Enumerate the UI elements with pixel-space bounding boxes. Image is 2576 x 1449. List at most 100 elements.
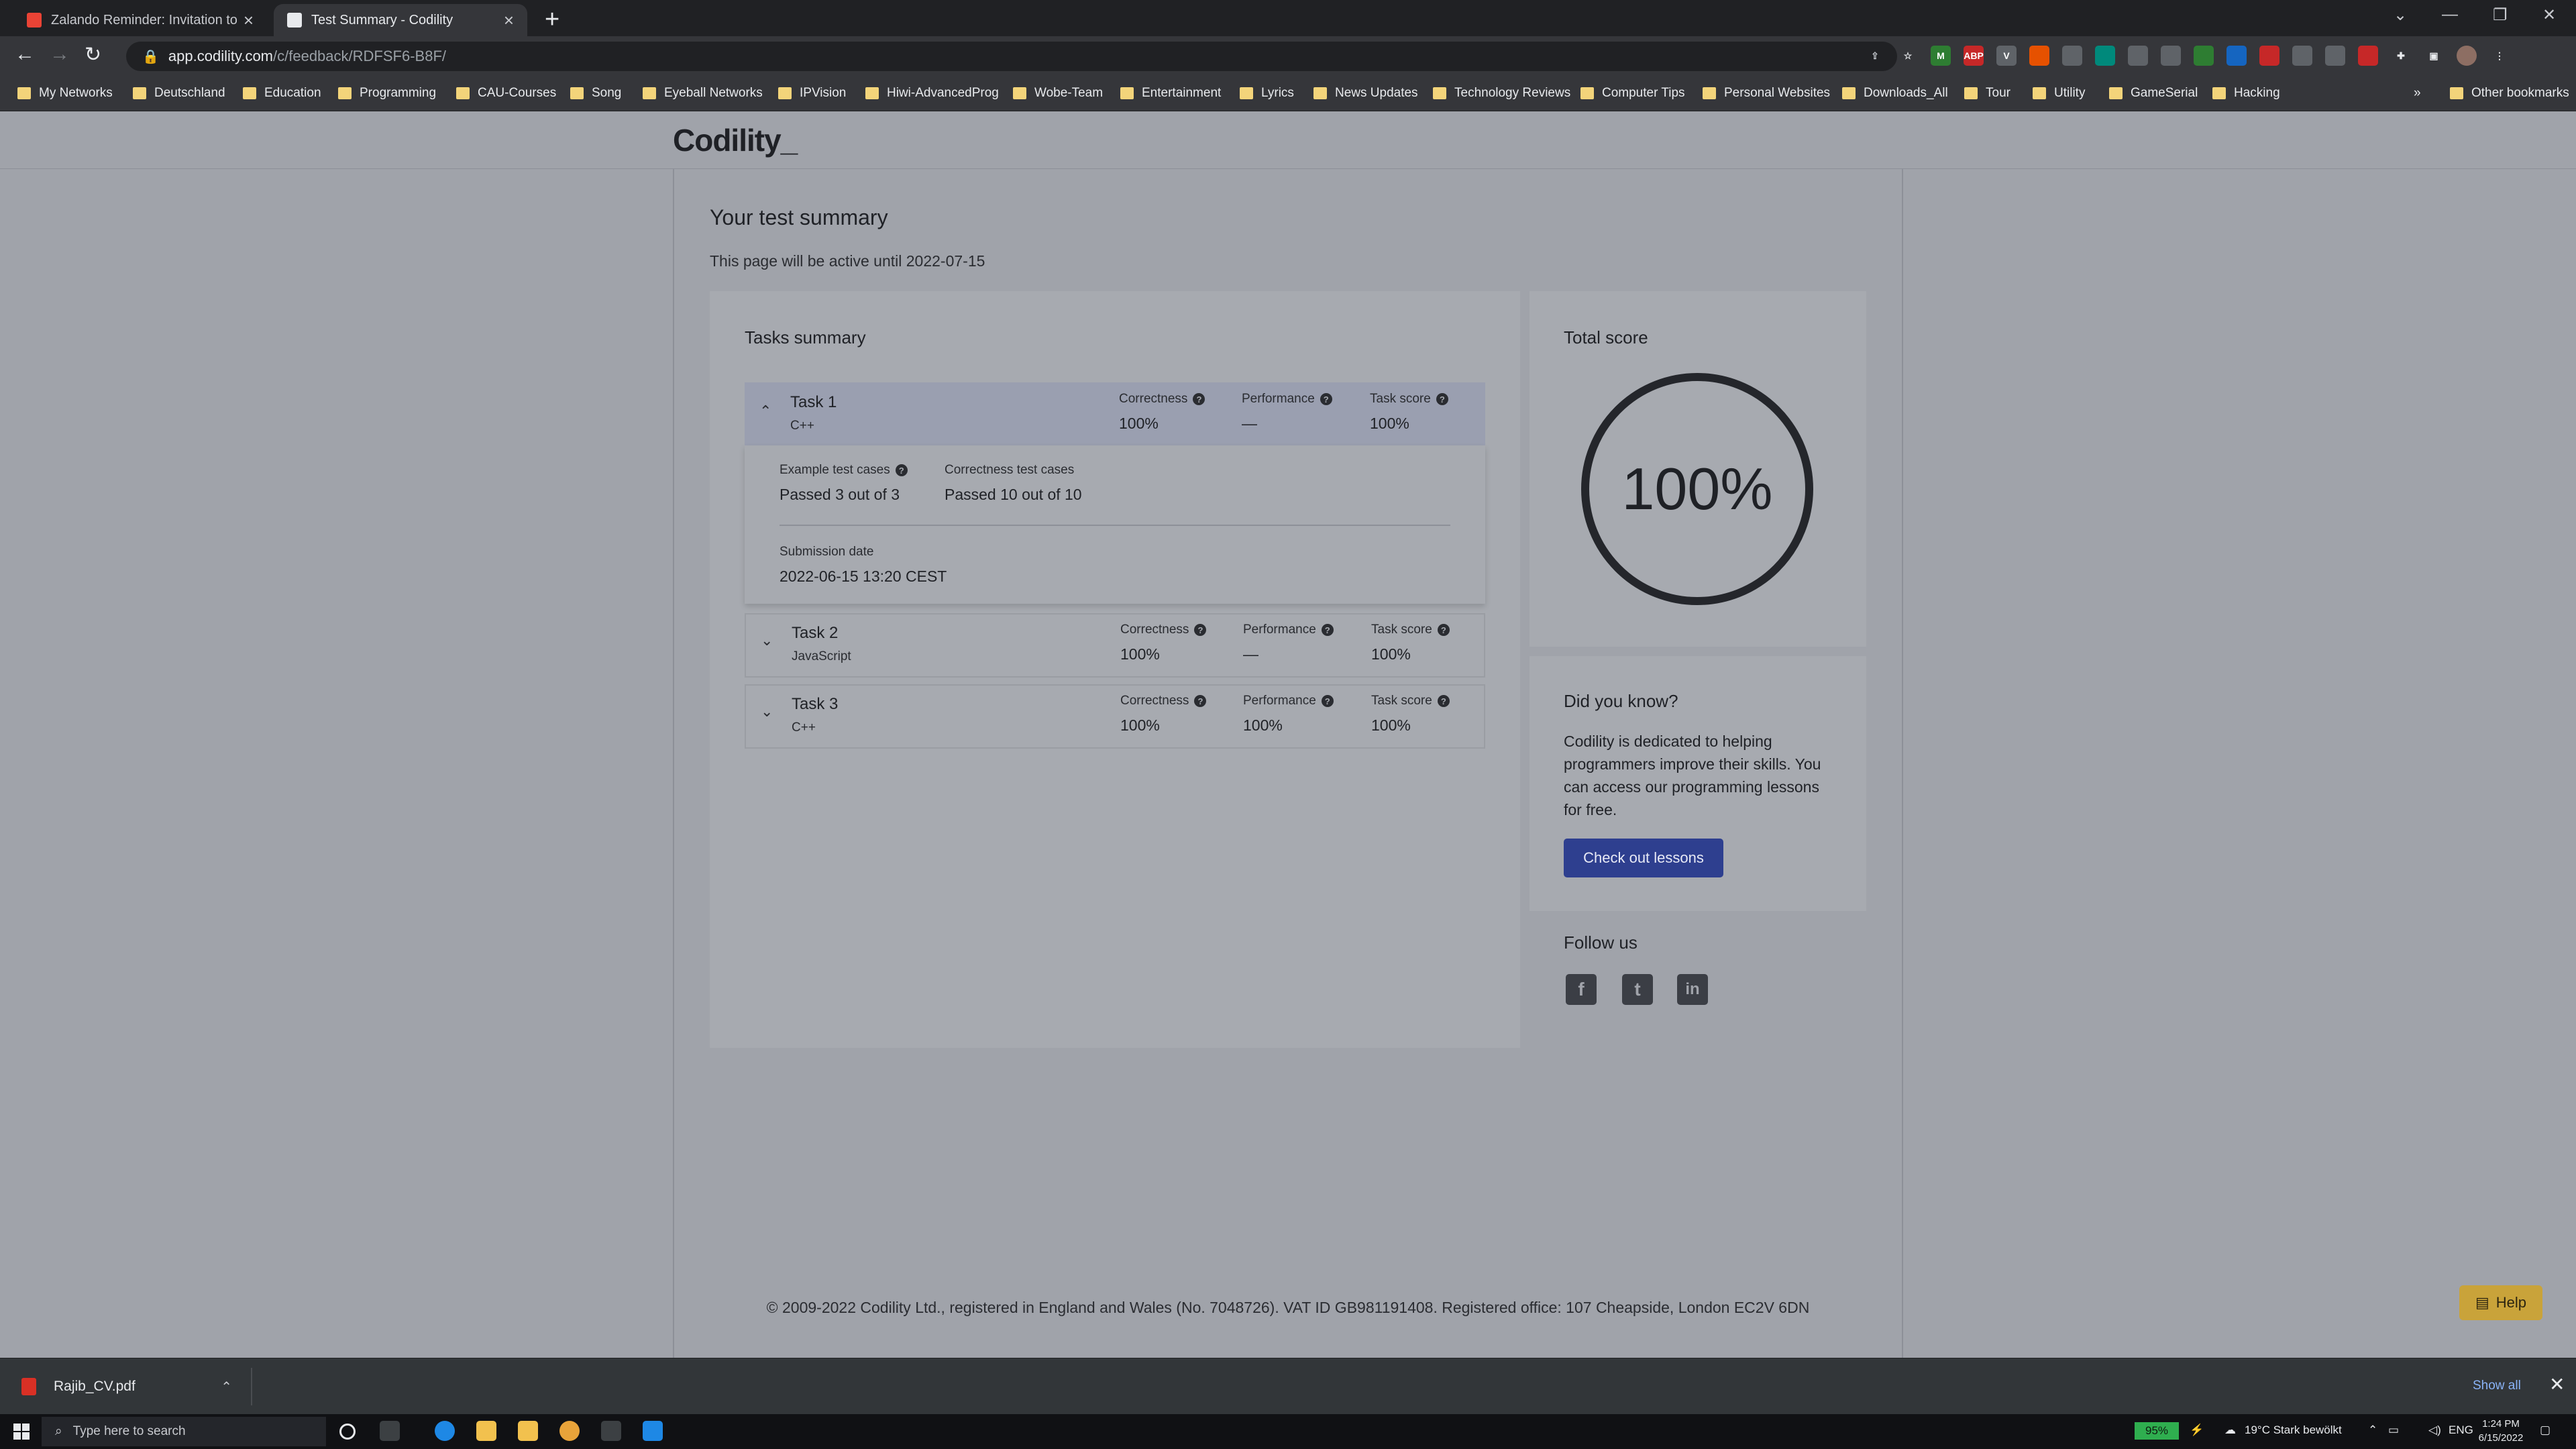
tab-codility[interactable]: Test Summary - Codility × bbox=[274, 4, 527, 36]
bookmark-folder[interactable]: GameSerial bbox=[2109, 86, 2198, 101]
bookmark-folder[interactable]: Technology Reviews bbox=[1433, 86, 1570, 101]
extension-grammar-icon[interactable] bbox=[2095, 46, 2115, 66]
task-row-3[interactable]: ⌄ Task 3 C++ Correctness? 100% Performan… bbox=[745, 684, 1485, 749]
check-out-lessons-button[interactable]: Check out lessons bbox=[1564, 839, 1723, 877]
terminal-icon[interactable] bbox=[601, 1421, 621, 1441]
extension-red-icon[interactable] bbox=[2358, 46, 2378, 66]
twitter-icon[interactable]: t bbox=[1622, 974, 1653, 1005]
restore-icon[interactable]: ❐ bbox=[2493, 5, 2508, 25]
volume-icon[interactable]: ◁) bbox=[2428, 1424, 2441, 1437]
tab-search-icon[interactable]: ⌄ bbox=[2394, 5, 2407, 25]
windows-start-icon[interactable] bbox=[13, 1424, 30, 1440]
help-circle-icon[interactable]: ? bbox=[895, 464, 908, 476]
extension-gray-icon[interactable] bbox=[2161, 46, 2181, 66]
mail-icon[interactable] bbox=[643, 1421, 663, 1441]
bookmark-folder[interactable]: Deutschland bbox=[133, 86, 225, 101]
bookmark-folder[interactable]: Hacking bbox=[2212, 86, 2280, 101]
side-panel-icon[interactable]: ▣ bbox=[2424, 46, 2444, 66]
bookmark-folder[interactable]: IPVision bbox=[778, 86, 846, 101]
new-tab-button[interactable]: + bbox=[545, 5, 559, 34]
show-all-button[interactable]: Show all bbox=[2473, 1379, 2521, 1393]
extension-color-icon[interactable] bbox=[2292, 46, 2312, 66]
tab-gmail[interactable]: Zalando Reminder: Invitation to a Te × bbox=[13, 4, 267, 36]
taskbar-search-input[interactable]: ⌕ Type here to search bbox=[42, 1417, 326, 1446]
bookmark-folder[interactable]: Programming bbox=[338, 86, 436, 101]
help-circle-icon[interactable]: ? bbox=[1194, 695, 1207, 707]
bookmark-folder[interactable]: Eyeball Networks bbox=[643, 86, 763, 101]
bookmark-folder[interactable]: My Networks bbox=[17, 86, 113, 101]
reload-icon[interactable]: ↻ bbox=[85, 43, 101, 66]
codility-logo[interactable]: Codility_ bbox=[673, 122, 798, 158]
close-icon[interactable]: ✕ bbox=[2549, 1373, 2565, 1395]
bookmark-folder[interactable]: CAU-Courses bbox=[456, 86, 556, 101]
bookmark-folder[interactable]: Lyrics bbox=[1240, 86, 1294, 101]
help-circle-icon[interactable]: ? bbox=[1436, 393, 1448, 405]
task-row-2[interactable]: ⌄ Task 2 JavaScript Correctness? 100% Pe… bbox=[745, 613, 1485, 678]
bookmark-folder[interactable]: Utility bbox=[2033, 86, 2085, 101]
extension-orange-icon[interactable] bbox=[2029, 46, 2049, 66]
bookmark-folder[interactable]: News Updates bbox=[1313, 86, 1418, 101]
chevron-down-icon[interactable]: ⌄ bbox=[761, 632, 773, 649]
bookmark-folder[interactable]: Education bbox=[243, 86, 321, 101]
bookmark-folder[interactable]: Wobe-Team bbox=[1013, 86, 1103, 101]
url-field[interactable]: 🔒 app.codility.com /c/feedback/RDFSF6-B8… bbox=[126, 42, 1897, 71]
extension-check-icon[interactable] bbox=[2226, 46, 2247, 66]
help-circle-icon[interactable]: ? bbox=[1321, 695, 1334, 707]
bookmark-folder[interactable]: Computer Tips bbox=[1580, 86, 1685, 101]
chevron-down-icon[interactable]: ⌄ bbox=[761, 703, 773, 720]
chevron-up-icon[interactable]: ⌃ bbox=[221, 1379, 232, 1395]
help-button[interactable]: ▤ Help bbox=[2459, 1285, 2542, 1320]
extension-v-icon[interactable]: V bbox=[1996, 46, 2017, 66]
edge-icon[interactable] bbox=[435, 1421, 455, 1441]
help-circle-icon[interactable]: ? bbox=[1320, 393, 1332, 405]
cortana-icon[interactable] bbox=[339, 1424, 356, 1440]
bookmark-folder[interactable]: Personal Websites bbox=[1703, 86, 1830, 101]
minimize-icon[interactable]: — bbox=[2442, 5, 2458, 24]
close-tab-icon[interactable]: × bbox=[504, 10, 514, 31]
help-circle-icon[interactable]: ? bbox=[1437, 624, 1450, 636]
store-icon[interactable] bbox=[518, 1421, 538, 1441]
facebook-icon[interactable]: f bbox=[1566, 974, 1597, 1005]
extension-pdf-icon[interactable] bbox=[2259, 46, 2279, 66]
download-item[interactable]: Rajib_CV.pdf ⌃ bbox=[13, 1368, 252, 1405]
bookmarks-overflow-button[interactable]: » bbox=[2414, 86, 2421, 101]
file-explorer-icon[interactable] bbox=[476, 1421, 496, 1441]
chevron-up-icon[interactable]: ⌃ bbox=[759, 402, 771, 420]
task-row-1[interactable]: ⌃ Task 1 C++ Correctness? 100% Performan… bbox=[745, 382, 1485, 445]
other-bookmarks[interactable]: Other bookmarks bbox=[2450, 86, 2569, 101]
extension-gear-icon[interactable] bbox=[2128, 46, 2148, 66]
help-circle-icon[interactable]: ? bbox=[1321, 624, 1334, 636]
extension-seo-icon[interactable] bbox=[2325, 46, 2345, 66]
power-icon[interactable]: ⚡ bbox=[2190, 1424, 2204, 1437]
extension-m-icon[interactable]: M bbox=[1931, 46, 1951, 66]
notification-icon[interactable]: ▢ bbox=[2540, 1424, 2551, 1437]
battery-indicator[interactable]: 95% bbox=[2135, 1422, 2179, 1440]
share-icon[interactable]: ⇪ bbox=[1865, 46, 1885, 66]
bookmark-folder[interactable]: Hiwi-AdvancedProg bbox=[865, 86, 999, 101]
close-tab-icon[interactable]: × bbox=[244, 10, 254, 31]
extension-green-icon[interactable] bbox=[2194, 46, 2214, 66]
linkedin-icon[interactable]: in bbox=[1677, 974, 1708, 1005]
weather-icon[interactable]: ☁ bbox=[2224, 1424, 2236, 1437]
chrome-icon[interactable] bbox=[559, 1421, 580, 1441]
forward-icon[interactable]: → bbox=[50, 43, 70, 66]
weather-text[interactable]: 19°C Stark bewölkt bbox=[2245, 1424, 2342, 1437]
profile-avatar[interactable] bbox=[2457, 46, 2477, 66]
adblock-icon[interactable]: ABP bbox=[1964, 46, 1984, 66]
extension-code-icon[interactable] bbox=[2062, 46, 2082, 66]
window-close-icon[interactable]: ✕ bbox=[2542, 5, 2556, 25]
extensions-puzzle-icon[interactable]: ✚ bbox=[2391, 46, 2411, 66]
help-circle-icon[interactable]: ? bbox=[1437, 695, 1450, 707]
clock[interactable]: 1:24 PM 6/15/2022 bbox=[2470, 1417, 2532, 1445]
back-icon[interactable]: ← bbox=[15, 43, 35, 66]
network-icon[interactable]: ▭ bbox=[2388, 1424, 2399, 1437]
help-circle-icon[interactable]: ? bbox=[1193, 393, 1205, 405]
bookmark-folder[interactable]: Tour bbox=[1964, 86, 2010, 101]
tray-overflow-icon[interactable]: ⌃ bbox=[2368, 1424, 2377, 1437]
bookmark-folder[interactable]: Song bbox=[570, 86, 621, 101]
bookmark-folder[interactable]: Downloads_All bbox=[1842, 86, 1948, 101]
bookmark-folder[interactable]: Entertainment bbox=[1120, 86, 1221, 101]
menu-kebab-icon[interactable]: ⋮ bbox=[2489, 46, 2510, 66]
bookmark-star-icon[interactable]: ☆ bbox=[1898, 46, 1918, 66]
help-circle-icon[interactable]: ? bbox=[1194, 624, 1207, 636]
